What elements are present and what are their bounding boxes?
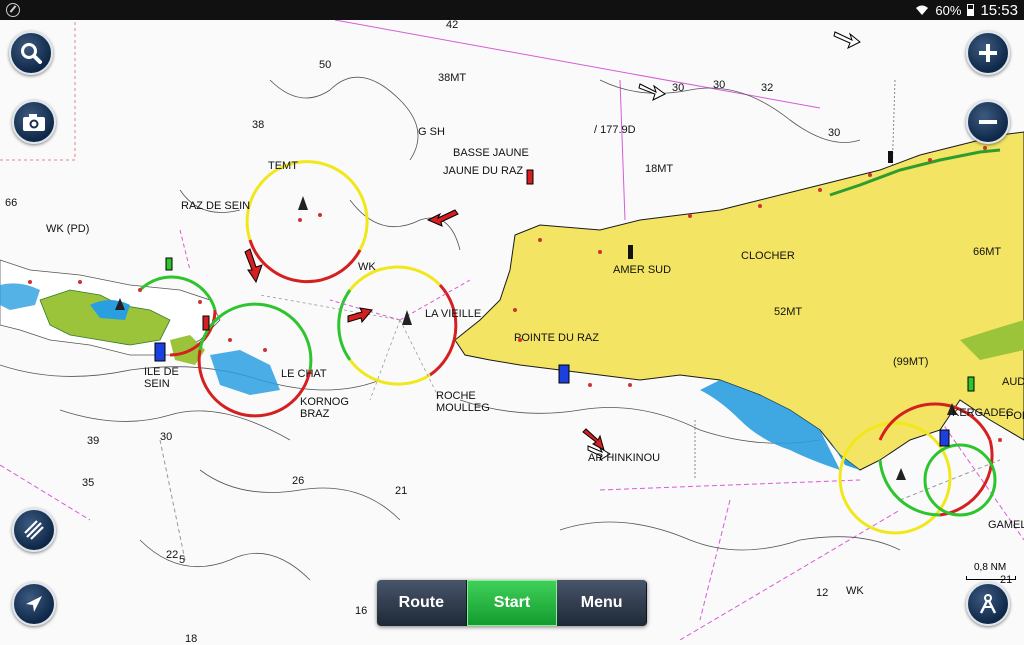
depth-sounding: 38 xyxy=(252,119,265,131)
depth-sounding: 50 xyxy=(319,59,332,71)
label-pol: POL xyxy=(1006,410,1024,422)
label-kornog-1: KORNOG xyxy=(300,396,349,408)
label-wk-bottom: WK xyxy=(846,585,864,597)
battery-percent: 60% xyxy=(935,2,962,18)
depth-sounding: 35 xyxy=(82,477,95,489)
battery-icon xyxy=(967,4,975,16)
route-button[interactable]: Route xyxy=(377,580,467,626)
label-wk-pd: WK (PD) xyxy=(46,223,90,235)
label-66mt: 66MT xyxy=(973,246,1002,258)
clock: 15:53 xyxy=(980,1,1018,19)
menu-button[interactable]: Menu xyxy=(557,580,647,626)
label-kergadec: KERGADEC xyxy=(952,407,1014,419)
depth-sounding: 16 xyxy=(355,605,368,617)
plus-icon xyxy=(979,44,997,62)
bottom-nav-bar: Route Start Menu xyxy=(377,580,647,626)
nautical-chart[interactable]: RAZ DE SEIN WK (PD) TEMT G SH BASSE JAUN… xyxy=(0,19,1024,645)
label-kornog-2: BRAZ xyxy=(300,408,330,420)
chart-canvas xyxy=(0,20,1024,640)
zoom-out-button[interactable] xyxy=(966,100,1010,144)
label-gamel: GAMEL xyxy=(988,519,1024,531)
label-basse-jaune: BASSE JAUNE xyxy=(453,147,529,159)
navigation-arrow-icon xyxy=(26,596,42,612)
label-ile-de-sein-1: ILE DE xyxy=(144,366,179,378)
status-bar: 60% 15:53 xyxy=(0,0,1024,20)
label-amer-sud: AMER SUD xyxy=(613,264,672,276)
zoom-in-button[interactable] xyxy=(966,31,1010,75)
layers-button[interactable] xyxy=(12,508,56,552)
depth-sounding: 26 xyxy=(292,475,305,487)
depth-sounding: 21 xyxy=(395,485,408,497)
minus-icon xyxy=(979,120,997,124)
label-roche-1: ROCHE xyxy=(436,390,476,402)
label-wk-center: WK xyxy=(358,261,376,273)
depth-sounding: 42 xyxy=(446,19,459,31)
depth-sounding: 12 xyxy=(816,587,829,599)
search-icon xyxy=(21,43,42,64)
scale-label: 0,8 NM xyxy=(974,562,1007,573)
label-g-sh: G SH xyxy=(418,126,445,138)
scale-line xyxy=(966,576,1016,580)
depth-sounding: 32 xyxy=(761,82,774,94)
label-raz-de-sein: RAZ DE SEIN xyxy=(181,200,251,212)
depth-sounding: 30 xyxy=(160,431,173,443)
depth-sounding: 30 xyxy=(672,82,685,94)
label-la-vieille: LA VIEILLE xyxy=(425,308,482,320)
compass-icon xyxy=(979,594,997,614)
label-roche-2: MOULLEG xyxy=(436,402,490,414)
label-18mt: 18MT xyxy=(645,163,674,175)
label-ile-de-sein-2: SEIN xyxy=(144,378,170,390)
label-bearing: / 177.9D xyxy=(594,124,636,136)
compass-button[interactable] xyxy=(966,582,1010,626)
search-button[interactable] xyxy=(9,31,53,75)
navigate-button[interactable] xyxy=(12,582,56,626)
location-icon xyxy=(6,3,20,17)
label-clocher: CLOCHER xyxy=(741,250,795,262)
label-52mt: 52MT xyxy=(774,306,803,318)
depth-sounding: 30 xyxy=(828,127,841,139)
label-tevennec: TEMT xyxy=(268,160,298,172)
start-button[interactable]: Start xyxy=(466,580,558,626)
layers-icon xyxy=(24,520,44,540)
camera-button[interactable] xyxy=(12,100,56,144)
label-jaune-du-raz: JAUNE DU RAZ xyxy=(443,165,524,177)
depth-sounding: 30 xyxy=(713,79,726,91)
depth-sounding: 22 xyxy=(166,549,179,561)
label-le-chat: LE CHAT xyxy=(281,368,327,380)
depth-sounding: 66 xyxy=(5,197,18,209)
label-38mt: 38MT xyxy=(438,72,467,84)
label-99mt: (99MT) xyxy=(893,356,929,368)
label-ar-hinkinou: AR HINKINOU xyxy=(588,452,661,464)
camera-icon xyxy=(23,114,45,131)
label-pointe-du-raz: POINTE DU RAZ xyxy=(514,332,599,344)
scale-bar: 0,8 NM xyxy=(958,558,1018,584)
depth-sounding: 39 xyxy=(87,435,100,447)
depth-sounding: 5 xyxy=(179,554,186,566)
label-aud: AUD xyxy=(1002,376,1024,388)
wifi-icon xyxy=(916,5,929,15)
